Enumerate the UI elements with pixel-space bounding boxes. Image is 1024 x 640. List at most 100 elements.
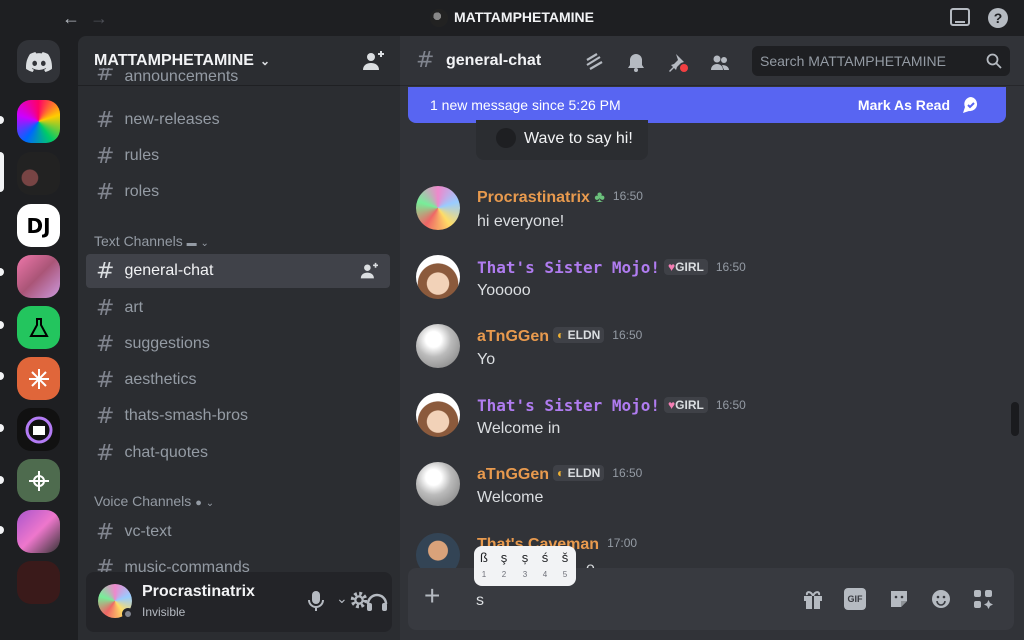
message-author[interactable]: That's Sister Mojo! [477, 258, 660, 277]
unread-pill [0, 424, 4, 432]
accent-option[interactable]: ś [535, 550, 555, 565]
server-icon-voice[interactable] [17, 510, 60, 553]
unread-pill [0, 116, 4, 124]
member-list-icon[interactable] [710, 52, 730, 72]
message-author[interactable]: That's Sister Mojo! [477, 396, 660, 415]
hash-icon: # [96, 179, 115, 205]
message: That's Sister Mojo! ♥GIRL 16:50 Welcome in [416, 393, 1006, 453]
message-author-line: That's Sister Mojo! ♥GIRL 16:50 [477, 258, 746, 278]
avatar[interactable] [416, 255, 460, 299]
help-icon[interactable]: ? [988, 8, 1008, 28]
channel-label: vc-text [124, 523, 172, 540]
settings-gear-icon[interactable] [348, 589, 370, 611]
message: That's Sister Mojo! ♥GIRL 16:50 Yooooo [416, 255, 1006, 315]
moon-icon: ◐ [557, 466, 565, 480]
user-status: Invisible [142, 605, 186, 619]
channel-vc-text[interactable]: # vc-text [86, 515, 390, 549]
avatar[interactable] [416, 462, 460, 506]
wumpus-wave-icon [496, 128, 516, 148]
dj-logo-icon: DJ [17, 204, 60, 247]
server-icon-flask[interactable] [17, 306, 60, 349]
speech-icon: ● [195, 497, 202, 509]
server-icon-mattamphetamine[interactable] [17, 152, 60, 195]
search-input[interactable]: Search MATTAMPHETAMINE [752, 46, 1010, 76]
hash-icon: # [96, 519, 115, 545]
category-voice-channels[interactable]: Voice Channels ● ⌄ [94, 493, 214, 509]
gif-button[interactable]: GIF [844, 588, 866, 610]
moon-icon: ◐ [557, 328, 565, 342]
role-tag: ◐ ELDN [553, 465, 605, 481]
message-time: 16:50 [612, 328, 643, 342]
emoji-icon[interactable] [930, 588, 952, 610]
message-author[interactable]: Procrastinatrix [477, 189, 590, 206]
chevron-down-icon[interactable]: ⌄ [336, 590, 348, 607]
hash-icon: # [416, 48, 435, 73]
avatar[interactable] [416, 393, 460, 437]
wave-label: Wave to say hi! [524, 130, 633, 147]
message-author-line: Procrastinatrix ♣ 16:50 [477, 189, 643, 207]
hash-icon: # [96, 258, 115, 284]
message-author-line: That's Sister Mojo! ♥GIRL 16:50 [477, 396, 746, 416]
accent-character-picker: ß ş ș ś š 1 2 3 4 5 [474, 546, 576, 586]
message-author[interactable]: aTnGGen [477, 466, 549, 483]
unread-pill [0, 526, 4, 534]
channel-suggestions[interactable]: # suggestions [86, 327, 390, 361]
channel-rules[interactable]: # rules [86, 139, 390, 173]
accent-option[interactable]: ß [474, 550, 494, 565]
user-name[interactable]: Procrastinatrix [142, 583, 255, 601]
server-icon-green-pattern[interactable] [17, 459, 60, 502]
chevron-down-icon: ⌄ [205, 498, 215, 509]
user-panel: Procrastinatrix Invisible ⌄ ⌄ [86, 572, 400, 632]
channel-thats-smash-bros[interactable]: # thats-smash-bros [86, 399, 390, 433]
hash-icon: # [96, 403, 115, 429]
new-messages-text: 1 new message since 5:26 PM [430, 97, 621, 113]
server-icon-music[interactable] [17, 408, 60, 451]
message-input[interactable]: s [476, 592, 484, 610]
server-name: MATTAMPHETAMINE [94, 52, 254, 69]
gift-icon[interactable] [802, 588, 824, 610]
server-icon-dj[interactable]: DJ [17, 204, 60, 247]
pinned-messages-icon[interactable] [668, 52, 688, 72]
server-icon-partial[interactable] [17, 561, 60, 604]
role-tag: ♥GIRL [664, 259, 708, 275]
channel-new-releases[interactable]: # new-releases [86, 103, 390, 137]
accent-option[interactable]: ș [515, 550, 535, 565]
accent-option[interactable]: ş [494, 550, 514, 565]
channel-art[interactable]: # art [86, 291, 390, 325]
server-icon-spark[interactable] [17, 357, 60, 400]
channel-label: aesthetics [124, 371, 197, 388]
avatar[interactable] [416, 186, 460, 230]
wave-button[interactable]: Wave to say hi! [476, 120, 648, 160]
accent-shortcut-number: 5 [562, 570, 568, 579]
server-icon-positives[interactable] [17, 100, 60, 143]
avatar[interactable] [416, 324, 460, 368]
attach-plus-icon[interactable]: + [424, 582, 440, 610]
discord-logo-icon [25, 51, 52, 72]
invite-icon[interactable] [360, 262, 378, 280]
inbox-icon[interactable] [950, 8, 970, 26]
apps-icon[interactable] [972, 588, 994, 610]
microphone-icon[interactable] [308, 590, 324, 612]
discord-home-icon[interactable] [17, 40, 60, 83]
message-time: 16:50 [715, 260, 746, 274]
server-icon-pink[interactable] [17, 255, 60, 298]
channel-announcements[interactable]: # announcements [86, 68, 390, 86]
threads-icon[interactable] [584, 52, 604, 72]
mark-as-read-button[interactable]: Mark As Read [858, 97, 950, 113]
role-tag: ◐ ELDN [553, 327, 605, 343]
channel-aesthetics[interactable]: # aesthetics [86, 363, 390, 397]
channel-label: general-chat [124, 262, 214, 279]
channel-chat-quotes[interactable]: # chat-quotes [86, 436, 390, 470]
role-tag: ♥GIRL [664, 397, 708, 413]
scrollbar-thumb[interactable] [1011, 402, 1019, 436]
channel-roles[interactable]: # roles [86, 175, 390, 209]
role-tag-label: GIRL [675, 260, 704, 274]
sticker-icon[interactable] [888, 588, 910, 610]
message-author[interactable]: aTnGGen [477, 328, 549, 345]
category-text-channels[interactable]: Text Channels ▬ ⌄ [94, 233, 209, 249]
chat-area: # general-chat Search MATTAMPHETAMINE 1 … [400, 36, 1024, 640]
notification-bell-icon[interactable] [626, 52, 646, 72]
new-messages-banner[interactable]: 1 new message since 5:26 PM Mark As Read [408, 87, 1006, 123]
channel-general-chat[interactable]: # general-chat [86, 254, 390, 288]
accent-option[interactable]: š [555, 550, 575, 565]
